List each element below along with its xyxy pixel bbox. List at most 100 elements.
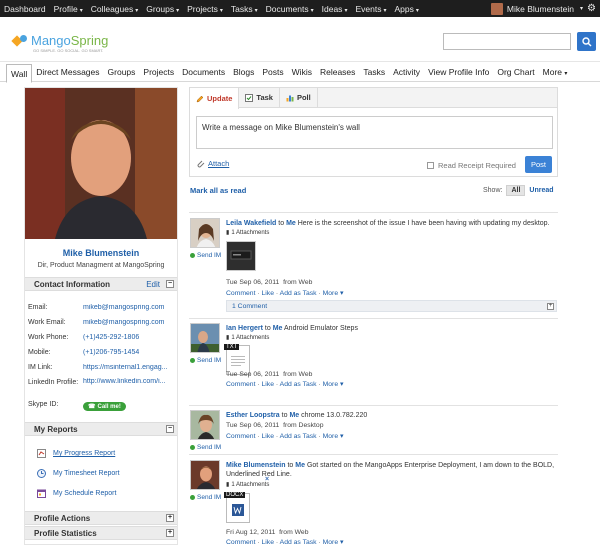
tab-posts[interactable]: Posts (258, 67, 287, 77)
report-schedule[interactable]: My Schedule Report (37, 489, 116, 498)
tab-projects[interactable]: Projects (139, 67, 178, 77)
post-source: from Web (283, 279, 313, 286)
top-nav-documents[interactable]: Documents ▾ (262, 4, 318, 14)
tab-wall[interactable]: Wall (6, 63, 33, 83)
report-progress[interactable]: My Progress Report (37, 449, 115, 458)
avatar[interactable] (190, 460, 220, 490)
call-me-button[interactable]: ☎ Call me! (83, 401, 126, 411)
contact-value-link[interactable]: https://msinternal1.engag... (83, 364, 173, 371)
tab-releases[interactable]: Releases (316, 67, 359, 77)
top-nav-ideas[interactable]: Ideas ▾ (318, 4, 352, 14)
attachment-thumbnail[interactable] (226, 241, 256, 271)
top-nav-profile[interactable]: Profile ▾ (50, 4, 87, 14)
expand-icon[interactable]: + (547, 302, 554, 310)
like-link[interactable]: Like (262, 539, 274, 545)
send-im-link[interactable]: Send IM (190, 357, 221, 364)
target-link[interactable]: Me (295, 462, 305, 469)
chevron-down-icon: ▾ (415, 7, 419, 14)
more-link[interactable]: More ▾ (323, 539, 344, 545)
close-icon[interactable]: × (265, 476, 269, 483)
comment-link[interactable]: Comment (226, 539, 255, 545)
tab-org-chart[interactable]: Org Chart (493, 67, 538, 77)
contact-value-link[interactable]: mikeb@mangospring.com (83, 319, 173, 326)
tab-blogs[interactable]: Blogs (229, 67, 258, 77)
edit-contact-link[interactable]: Edit (146, 280, 160, 289)
expand-icon[interactable]: + (166, 529, 174, 537)
avatar[interactable] (190, 323, 220, 353)
tab-activity[interactable]: Activity (389, 67, 424, 77)
target-link[interactable]: Me (286, 220, 296, 227)
expand-icon[interactable]: + (166, 514, 174, 522)
add-as-task-link[interactable]: Add as Task (280, 290, 317, 297)
more-link[interactable]: More ▾ (323, 433, 344, 440)
send-im-link[interactable]: Send IM (190, 252, 221, 259)
mangospring-logo[interactable]: MangoSpring (13, 33, 108, 48)
mark-all-read-link[interactable]: Mark all as read (190, 186, 246, 195)
contact-value-link[interactable]: (+1)206-795-1454 (83, 349, 173, 356)
author-link[interactable]: Leila Wakefield (226, 220, 276, 227)
tab-direct-messages[interactable]: Direct Messages (32, 67, 103, 77)
comment-link[interactable]: Comment (226, 381, 255, 388)
top-nav-events[interactable]: Events ▾ (351, 4, 390, 14)
top-nav-apps[interactable]: Apps ▾ (390, 4, 422, 14)
collapse-icon[interactable]: − (166, 280, 174, 288)
top-nav-groups[interactable]: Groups ▾ (142, 4, 183, 14)
poll-icon (286, 95, 294, 101)
add-as-task-link[interactable]: Add as Task (280, 433, 317, 440)
author-link[interactable]: Esther Loopstra (226, 412, 280, 419)
send-im-link[interactable]: Send IM (190, 494, 221, 501)
user-menu[interactable]: Mike Blumenstein ▾ ⚙ (490, 2, 600, 15)
profile-actions-header[interactable]: Profile Actions + (25, 511, 177, 525)
like-link[interactable]: Like (262, 433, 274, 440)
send-im-link[interactable]: Send IM (190, 444, 221, 451)
composer-tab-task[interactable]: Task (239, 88, 280, 107)
tab-wikis[interactable]: Wikis (288, 67, 316, 77)
tab-tasks[interactable]: Tasks (359, 67, 389, 77)
avatar[interactable] (190, 410, 220, 440)
profile-statistics-header[interactable]: Profile Statistics + (25, 526, 177, 540)
top-nav-colleagues[interactable]: Colleagues ▾ (87, 4, 143, 14)
comments-count-link[interactable]: 1 Comment (232, 303, 267, 310)
composer-tab-poll[interactable]: Poll (280, 88, 318, 107)
profile-photo[interactable] (25, 88, 177, 239)
filter-unread-button[interactable]: Unread (529, 187, 553, 194)
filter-all-button[interactable]: All (506, 185, 526, 196)
comment-link[interactable]: Comment (226, 433, 255, 440)
avatar[interactable] (190, 218, 220, 248)
report-timesheet[interactable]: My Timesheet Report (37, 469, 120, 478)
top-nav-projects[interactable]: Projects ▾ (183, 4, 227, 14)
composer-tab-update[interactable]: Update (190, 88, 240, 109)
contact-value-link[interactable]: mikeb@mangospring.com (83, 304, 173, 311)
post-source: from Desktop (283, 422, 324, 429)
tab-documents[interactable]: Documents (178, 67, 229, 77)
top-nav-tasks[interactable]: Tasks ▾ (227, 4, 262, 14)
like-link[interactable]: Like (262, 290, 274, 297)
profile-name[interactable]: Mike Blumenstein (25, 248, 177, 258)
tab-more[interactable]: More ▾ (539, 67, 572, 77)
search-button[interactable] (577, 32, 596, 51)
add-as-task-link[interactable]: Add as Task (280, 539, 317, 545)
target-link[interactable]: Me (273, 325, 283, 332)
comment-link[interactable]: Comment (226, 290, 255, 297)
author-link[interactable]: Ian Hergert (226, 325, 263, 332)
collapse-icon[interactable]: − (166, 425, 174, 433)
top-nav-dashboard[interactable]: Dashboard (0, 4, 50, 14)
more-link[interactable]: More ▾ (323, 381, 344, 388)
gear-icon[interactable]: ⚙ (587, 3, 596, 14)
contact-value-link[interactable]: http://www.linkedin.com/i... (83, 378, 173, 396)
author-link[interactable]: Mike Blumenstein (226, 462, 286, 469)
message-input[interactable]: Write a message on Mike Blumenstein's wa… (196, 116, 553, 149)
post-button[interactable]: Post (525, 156, 552, 173)
comments-bar[interactable]: 1 Comment + (226, 300, 557, 312)
contact-value-link[interactable]: (+1)425-292-1806 (83, 334, 173, 341)
more-link[interactable]: More ▾ (323, 290, 344, 297)
like-link[interactable]: Like (262, 381, 274, 388)
target-link[interactable]: Me (289, 412, 299, 419)
read-receipt-checkbox[interactable]: Read Receipt Required (427, 161, 516, 170)
add-as-task-link[interactable]: Add as Task (280, 381, 317, 388)
search-input[interactable] (443, 33, 571, 50)
attachment-document[interactable]: DOCX (224, 492, 250, 523)
attach-link[interactable]: Attach (196, 159, 229, 168)
tab-view-profile-info[interactable]: View Profile Info (424, 67, 493, 77)
tab-groups[interactable]: Groups (104, 67, 140, 77)
